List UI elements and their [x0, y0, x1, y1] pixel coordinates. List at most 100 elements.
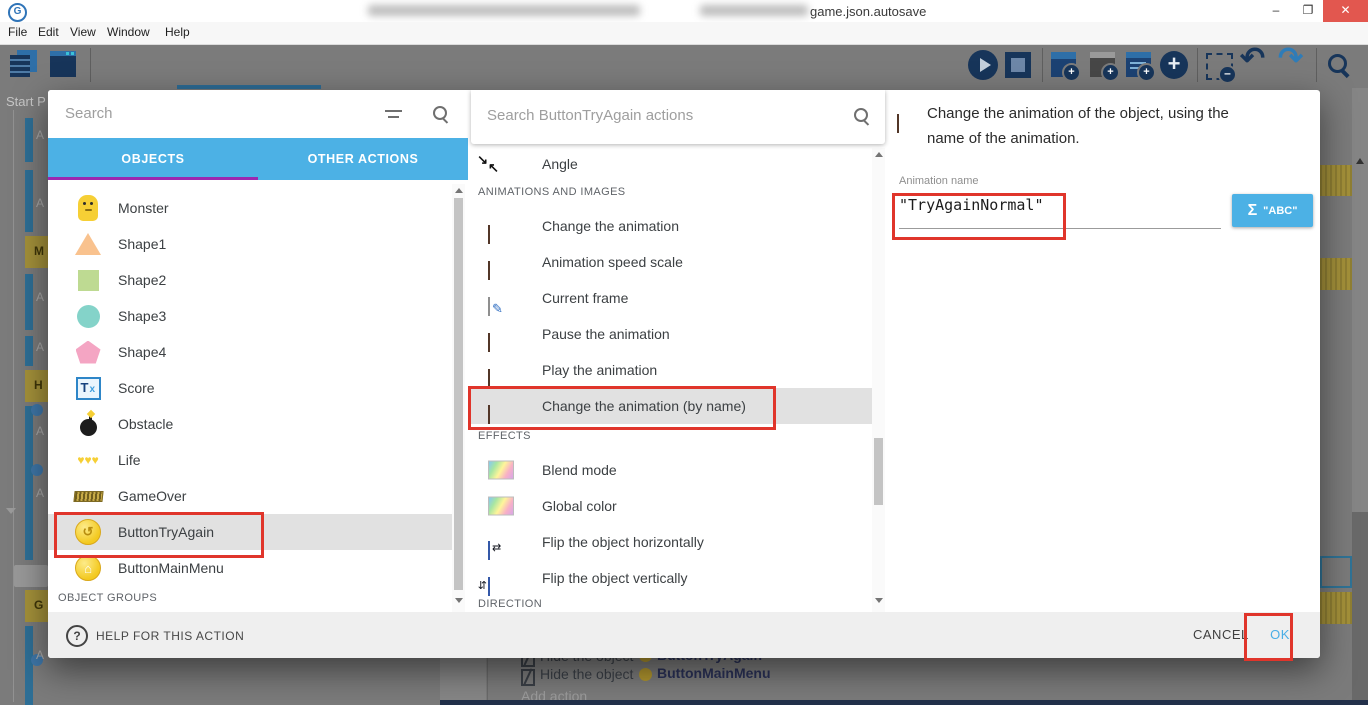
- scene-editor-tab-icon[interactable]: [50, 51, 76, 77]
- toolbar-divider: [90, 48, 91, 82]
- tab-objects[interactable]: OBJECTS: [48, 138, 258, 180]
- help-icon[interactable]: ?: [66, 625, 88, 647]
- add-new-event-icon[interactable]: +: [1160, 51, 1188, 79]
- hide-action-icon: [521, 669, 535, 686]
- filter-icon[interactable]: [385, 108, 403, 122]
- add-event-icon[interactable]: [1051, 52, 1076, 77]
- action-search-input[interactable]: Search ButtonTryAgain actions: [471, 90, 885, 144]
- scrollbar-up-arrow[interactable]: [875, 152, 883, 157]
- object-label: ButtonMainMenu: [118, 560, 224, 576]
- event-condition-bar: [25, 406, 33, 560]
- event-action-text: Hide the object: [540, 666, 633, 682]
- minimize-button[interactable]: –: [1261, 0, 1291, 22]
- action-label: Flip the object vertically: [542, 570, 688, 586]
- comment-block: [1320, 165, 1352, 196]
- menu-file[interactable]: File: [8, 25, 27, 39]
- event-tree-line: [13, 110, 14, 702]
- restore-button[interactable]: ❐: [1293, 0, 1323, 22]
- monster-icon: [73, 190, 103, 226]
- add-sub-event-icon[interactable]: [1126, 52, 1151, 77]
- editor-scrollbar[interactable]: [1352, 88, 1368, 705]
- action-item-animation-speed[interactable]: Animation speed scale: [470, 244, 872, 280]
- help-link[interactable]: HELP FOR THIS ACTION: [96, 629, 244, 643]
- toolbar-divider: [1316, 48, 1317, 82]
- triangle-icon: [73, 226, 103, 262]
- action-label: Flip the object horizontally: [542, 534, 704, 550]
- scrollbar-up-arrow[interactable]: [1356, 158, 1364, 164]
- object-label: Obstacle: [118, 416, 173, 432]
- action-item-play-animation[interactable]: Play the animation: [470, 352, 872, 388]
- search-placeholder: Search: [65, 105, 113, 122]
- menu-window[interactable]: Window: [107, 25, 150, 39]
- scrollbar-up-arrow[interactable]: [455, 188, 463, 193]
- object-label: Shape4: [118, 344, 166, 360]
- event-text-fragment: A: [36, 648, 44, 662]
- scrollbar-down-arrow[interactable]: [455, 598, 463, 603]
- animation-name-label: Animation name: [899, 175, 979, 187]
- comment-block: G: [25, 590, 48, 622]
- gradient-icon: [488, 461, 514, 480]
- remove-selection-icon[interactable]: [1206, 53, 1233, 80]
- square-icon: [73, 262, 103, 298]
- condition-icon: [31, 464, 43, 476]
- event-condition-bar: [25, 626, 33, 705]
- list-item-shape2[interactable]: Shape2: [48, 262, 452, 298]
- expression-builder-button[interactable]: Σ "ABC": [1232, 194, 1313, 227]
- action-item-global-color[interactable]: Global color: [470, 488, 872, 524]
- comment-block: M: [25, 236, 48, 268]
- scrollbar-down-arrow[interactable]: [875, 598, 883, 603]
- redo-icon[interactable]: ↷: [1278, 44, 1308, 74]
- list-item-life[interactable]: Life: [48, 442, 452, 478]
- window-title: game.json.autosave: [810, 4, 926, 19]
- scrollbar-thumb[interactable]: [454, 198, 463, 590]
- close-button[interactable]: ✕: [1323, 0, 1368, 22]
- object-search-input[interactable]: Search: [48, 90, 468, 138]
- list-item-shape3[interactable]: Shape3: [48, 298, 452, 334]
- object-label: Shape3: [118, 308, 166, 324]
- selected-field-outline: [1320, 556, 1352, 588]
- scrollbar-thumb[interactable]: [874, 438, 883, 505]
- list-item-shape4[interactable]: Shape4: [48, 334, 452, 370]
- menu-edit[interactable]: Edit: [38, 25, 59, 39]
- list-item-shape1[interactable]: Shape1: [48, 226, 452, 262]
- list-item-score[interactable]: Score: [48, 370, 452, 406]
- list-item-obstacle[interactable]: Obstacle: [48, 406, 452, 442]
- object-label: Score: [118, 380, 155, 396]
- event-condition-bar: [25, 118, 33, 162]
- search-icon[interactable]: [1326, 52, 1352, 78]
- scrollbar-thumb[interactable]: [1352, 512, 1368, 705]
- cancel-button[interactable]: CANCEL: [1193, 627, 1249, 642]
- active-tab-indicator: [177, 85, 321, 89]
- redacted-path-blur: [700, 5, 808, 16]
- action-item-current-frame[interactable]: Current frame: [470, 280, 872, 316]
- event-text-fragment: A: [36, 340, 44, 354]
- event-object-name: ButtonMainMenu: [657, 665, 771, 681]
- action-list-scrollbar[interactable]: [872, 148, 885, 612]
- undo-icon[interactable]: ↶: [1240, 44, 1270, 74]
- action-item-change-animation[interactable]: Change the animation: [470, 208, 872, 244]
- action-item-flip-horizontal[interactable]: Flip the object horizontally: [470, 524, 872, 560]
- event-condition-bar: [25, 274, 33, 330]
- menu-view[interactable]: View: [70, 25, 96, 39]
- list-item-monster[interactable]: Monster: [48, 190, 452, 226]
- action-item-flip-vertical[interactable]: Flip the object vertically: [470, 560, 872, 596]
- scene-tab-label[interactable]: Start P: [6, 94, 46, 109]
- action-item-angle[interactable]: Angle: [470, 146, 872, 182]
- toolbar-divider: [1042, 48, 1043, 82]
- action-item-pause-animation[interactable]: Pause the animation: [470, 316, 872, 352]
- action-item-blend-mode[interactable]: Blend mode: [470, 452, 872, 488]
- tab-other-actions[interactable]: OTHER ACTIONS: [258, 138, 468, 180]
- event-condition-bar: [25, 170, 33, 232]
- flip-horizontal-icon: [488, 541, 490, 560]
- active-tab-underline: [48, 177, 258, 180]
- project-manager-icon[interactable]: [10, 50, 40, 78]
- object-label: GameOver: [118, 488, 186, 504]
- event-text-fragment: A: [36, 290, 44, 304]
- debug-icon[interactable]: [1005, 52, 1031, 78]
- add-comment-icon[interactable]: [1090, 52, 1115, 77]
- object-label: Shape1: [118, 236, 166, 252]
- menu-help[interactable]: Help: [165, 25, 190, 39]
- list-item-gameover[interactable]: GameOver: [48, 478, 452, 514]
- play-icon[interactable]: [968, 50, 998, 80]
- object-list-scrollbar[interactable]: [452, 184, 465, 612]
